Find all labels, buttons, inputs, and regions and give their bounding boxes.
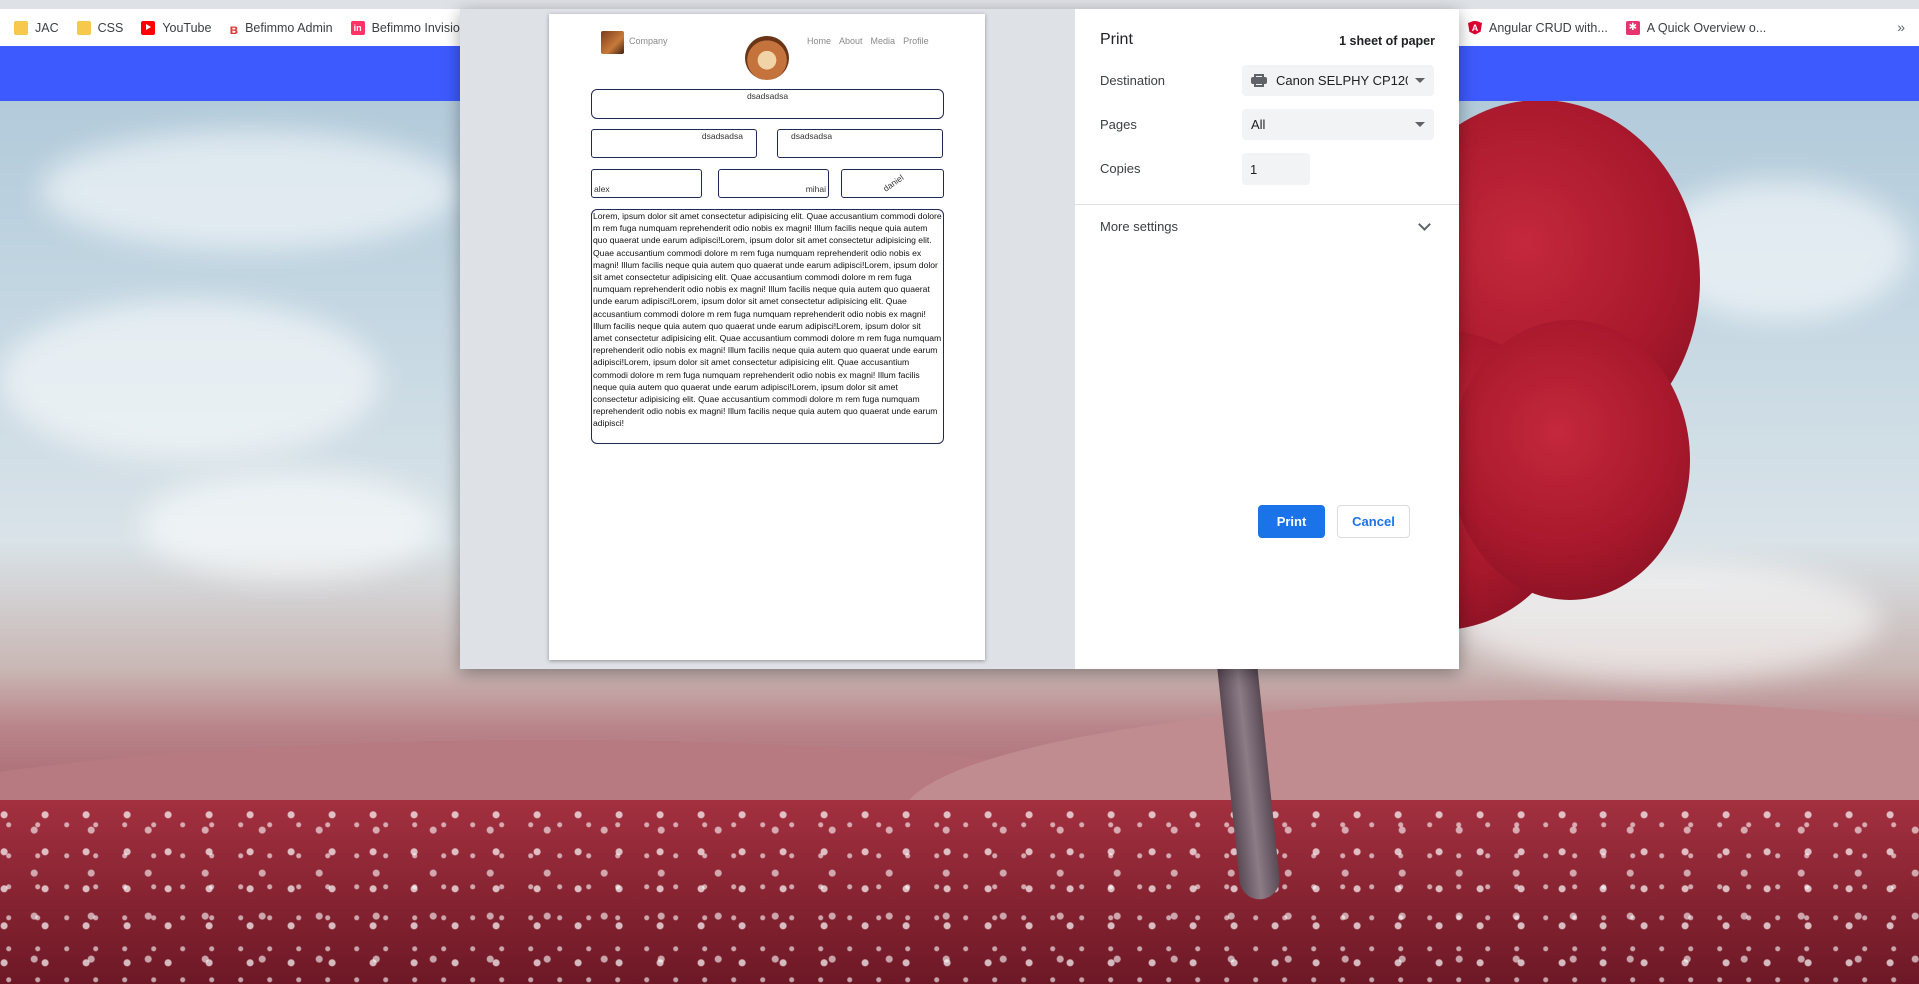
bookmark-label: Befimmo Invision	[371, 20, 467, 35]
printer-icon	[1251, 74, 1267, 87]
pages-value: All	[1251, 117, 1266, 132]
preview-company: Company	[629, 36, 668, 46]
preview-nav-home: Home	[807, 36, 832, 46]
bookmark-quick-overview[interactable]: ✱ A Quick Overview o...	[1625, 20, 1767, 35]
preview-nav-about: About	[839, 36, 863, 46]
cloud	[0, 300, 380, 460]
browser-toolbar-edge	[0, 0, 1919, 9]
bookmark-befimmo-invision[interactable]: in Befimmo Invision	[350, 20, 467, 35]
copies-input[interactable]: 1	[1242, 153, 1310, 185]
caret-down-icon	[1415, 78, 1425, 83]
bookmark-css[interactable]: CSS	[76, 20, 124, 35]
preview-avatar	[745, 36, 789, 80]
sheet-count: 1 sheet of paper	[1339, 34, 1435, 48]
bookmarks-right: A Angular CRUD with... ✱ A Quick Overvie…	[1468, 9, 1784, 46]
print-dialog: Company Home About Media Profile dsadsad…	[460, 9, 1459, 669]
bookmark-label: Angular CRUD with...	[1489, 20, 1608, 35]
copies-label: Copies	[1100, 161, 1141, 176]
chevron-down-icon	[1418, 217, 1431, 231]
tree-crown	[1450, 320, 1690, 600]
befimmo-icon: ʙ	[229, 20, 239, 37]
print-preview-pane: Company Home About Media Profile dsadsad…	[460, 9, 1075, 669]
bookmark-jac[interactable]: JAC	[14, 20, 59, 35]
preview-box-alex: alex	[591, 169, 702, 198]
invision-icon: in	[350, 20, 365, 35]
pages-label: Pages	[1100, 117, 1137, 132]
folder-icon	[76, 20, 91, 35]
bookmark-befimmo-admin[interactable]: ʙ Befimmo Admin	[229, 20, 333, 37]
destination-select[interactable]: Canon SELPHY CP120	[1242, 65, 1434, 96]
print-settings-pane: Print 1 sheet of paper Destination Canon…	[1075, 9, 1459, 669]
preview-box-mid-right: dsadsadsa	[777, 129, 943, 158]
bookmark-label: YouTube	[162, 20, 212, 35]
preview-box-mihai: mihai	[718, 169, 829, 198]
angular-icon: A	[1468, 20, 1482, 35]
cloud	[40, 130, 460, 250]
company-logo	[601, 31, 624, 54]
preview-nav: Home About Media Profile	[807, 36, 929, 46]
caret-down-icon	[1415, 122, 1425, 127]
preview-lorem-text: Lorem, ipsum dolor sit amet consectetur …	[591, 209, 944, 444]
bookmark-label: JAC	[35, 20, 59, 35]
bookmark-youtube[interactable]: YouTube	[141, 20, 212, 35]
preview-box-mid-left: dsadsadsa	[591, 129, 757, 158]
quick-overview-icon: ✱	[1625, 20, 1640, 35]
more-settings-toggle[interactable]: More settings	[1100, 214, 1435, 238]
preview-nav-profile: Profile	[903, 36, 929, 46]
pages-select[interactable]: All	[1242, 109, 1434, 140]
preview-page: Company Home About Media Profile dsadsad…	[549, 14, 985, 660]
bookmark-label: A Quick Overview o...	[1646, 20, 1767, 35]
cloud	[140, 470, 440, 580]
bookmark-label: Befimmo Admin	[245, 20, 333, 35]
print-title: Print	[1100, 31, 1133, 48]
destination-label: Destination	[1100, 73, 1166, 88]
cancel-button[interactable]: Cancel	[1337, 505, 1410, 538]
flower-field	[0, 800, 1919, 984]
bookmarks-overflow-button[interactable]: »	[1897, 9, 1905, 46]
bookmark-angular-crud[interactable]: A Angular CRUD with...	[1468, 20, 1608, 35]
preview-box-top: dsadsadsa	[591, 89, 944, 119]
youtube-icon	[141, 20, 156, 35]
folder-icon	[14, 20, 28, 35]
more-settings-label: More settings	[1100, 218, 1179, 234]
preview-box-daniel: daniel	[841, 169, 944, 198]
preview-box-daniel-label: daniel	[881, 172, 906, 194]
preview-nav-media: Media	[870, 36, 896, 46]
print-button[interactable]: Print	[1258, 505, 1325, 538]
settings-divider	[1075, 204, 1459, 205]
bookmark-label: CSS	[97, 20, 124, 35]
destination-value: Canon SELPHY CP120	[1276, 73, 1408, 88]
